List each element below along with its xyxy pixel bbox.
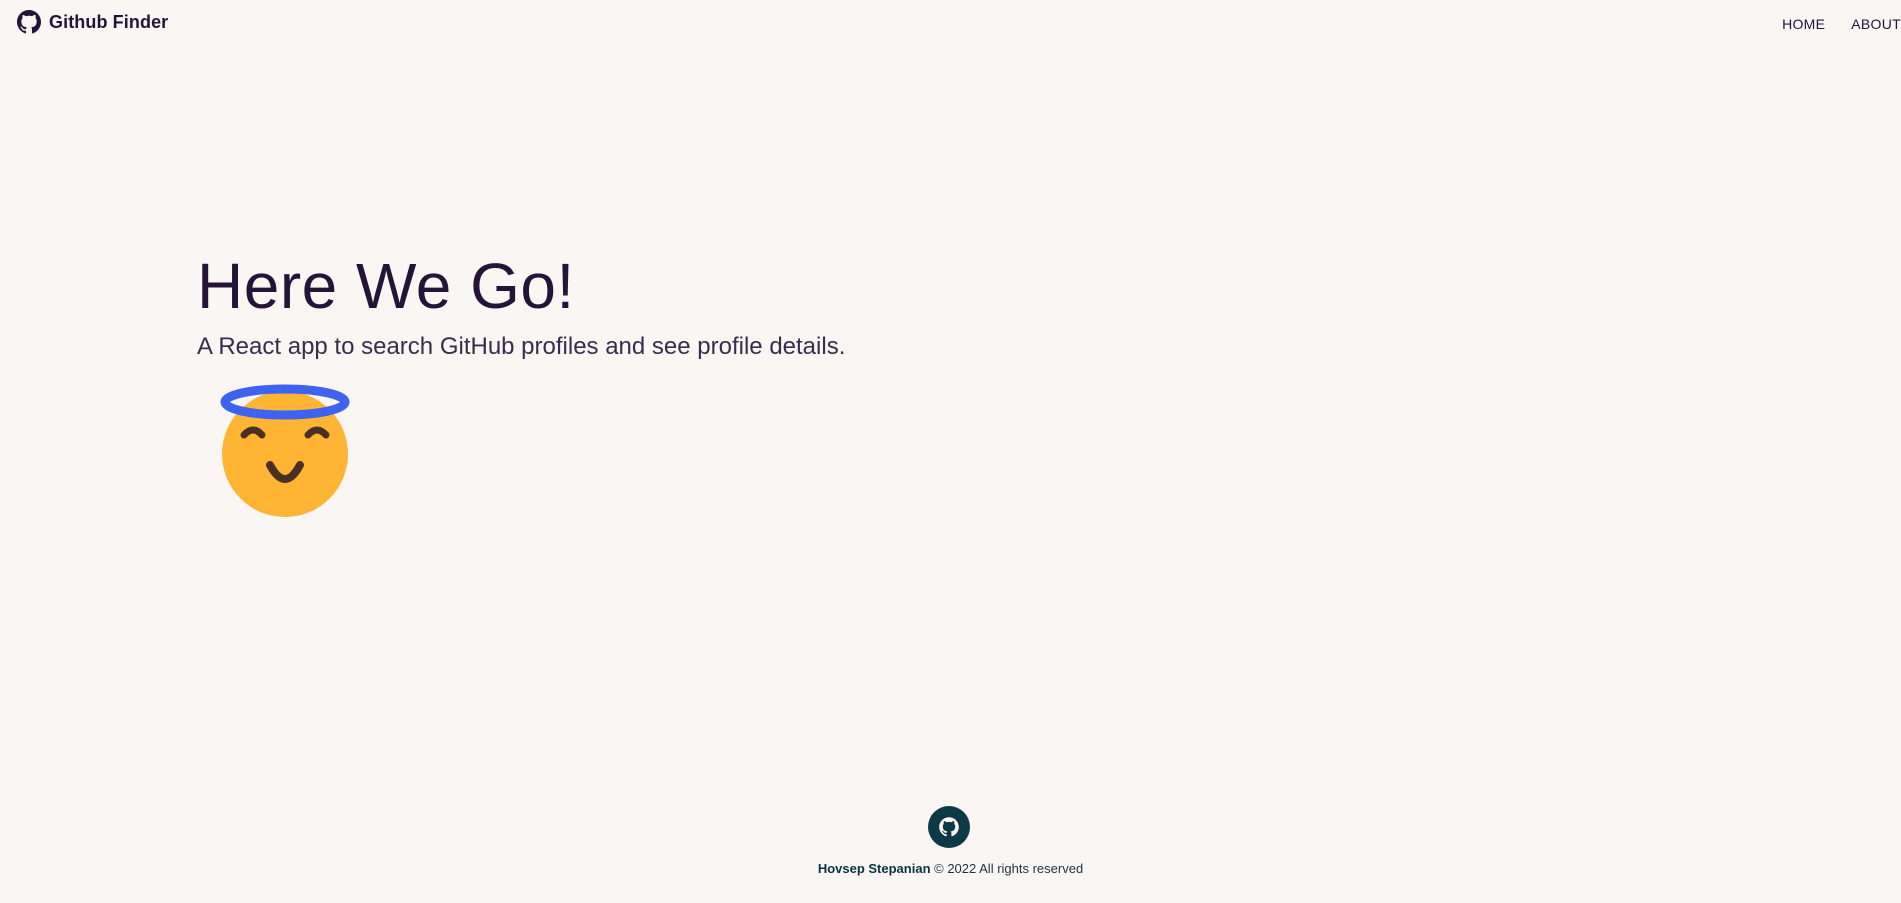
hero: Here We Go! A React app to search GitHub… <box>197 250 845 362</box>
brand-title: Github Finder <box>49 12 169 32</box>
brand-link[interactable]: Github Finder <box>17 10 168 34</box>
github-icon <box>17 10 41 34</box>
page-title: Here We Go! <box>197 250 575 322</box>
nav-link-home[interactable]: HOME <box>1782 16 1825 32</box>
footer-copyright: Hovsep Stepanian © 2022 All rights reser… <box>0 860 1901 878</box>
github-icon[interactable] <box>928 806 970 848</box>
nav-link-about[interactable]: ABOUT <box>1851 16 1901 32</box>
footer-author: Hovsep Stepanian <box>817 861 931 876</box>
nav-links: HOME ABOUT <box>1782 16 1901 32</box>
footer-copyright-text: © 2022 All rights reserved <box>930 861 1084 876</box>
smiling-face-with-halo-icon <box>220 382 350 517</box>
navbar: Github Finder HOME ABOUT <box>0 0 1901 46</box>
footer: Hovsep Stepanian © 2022 All rights reser… <box>0 806 1901 903</box>
page-subtitle: A React app to search GitHub profiles an… <box>197 333 846 360</box>
